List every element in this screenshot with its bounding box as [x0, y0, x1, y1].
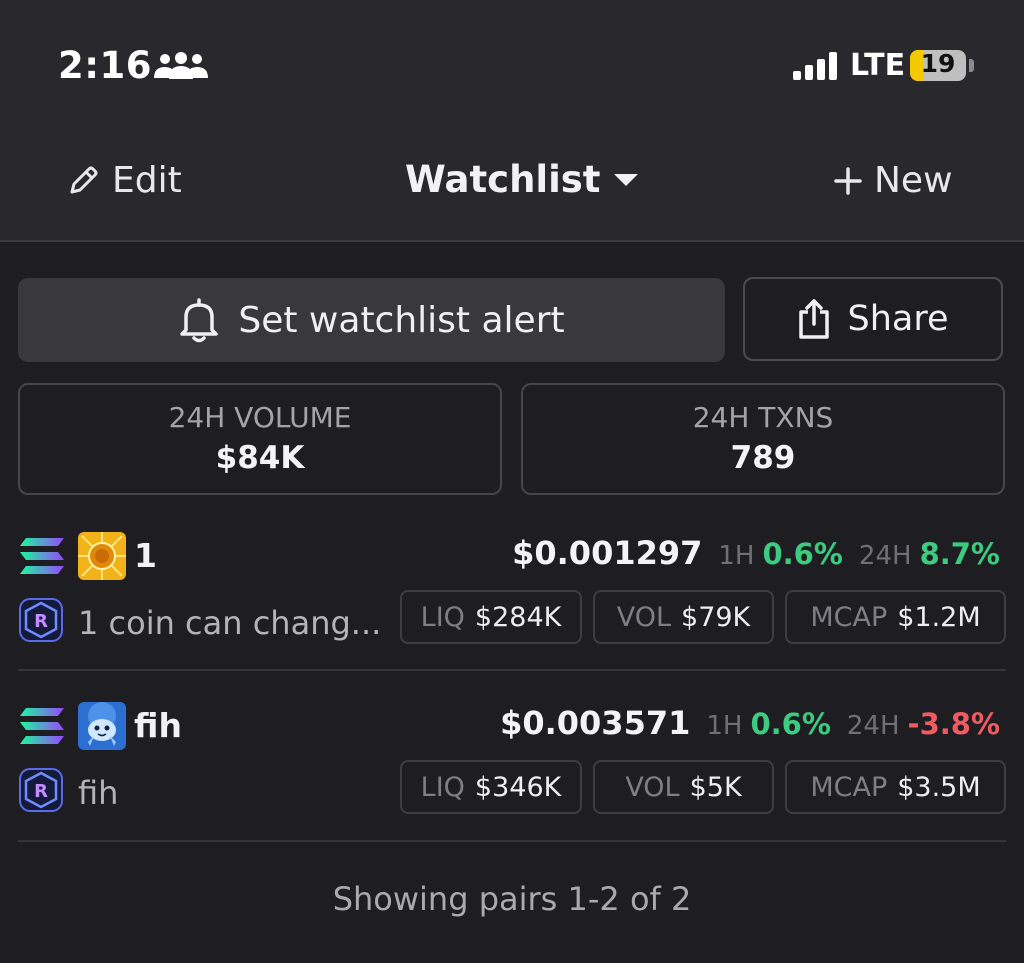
pair-symbol: 1	[134, 536, 157, 575]
svg-text:R: R	[34, 611, 48, 632]
status-bar: 2:16 LTE 19	[0, 0, 1024, 130]
blue-fish-icon	[78, 702, 126, 750]
change-24h-label: 24H	[858, 541, 912, 571]
pair-name: fih	[78, 774, 119, 812]
watchlist-title: Watchlist	[405, 158, 601, 201]
share-label: Share	[847, 299, 949, 339]
chip-value: $284K	[474, 601, 562, 633]
chip-label: LIQ	[420, 601, 465, 633]
change-1h-label: 1H	[706, 711, 743, 741]
watchlist-selector[interactable]: Watchlist	[405, 158, 639, 201]
chip-value: $1.2M	[897, 601, 981, 633]
stat-value: 789	[730, 440, 796, 476]
set-watchlist-alert-button[interactable]: Set watchlist alert	[18, 278, 725, 362]
signal-bars-icon	[793, 52, 837, 80]
gold-coin-icon	[78, 532, 126, 580]
chip-value: $79K	[681, 601, 751, 633]
change-24h-value: 8.7%	[919, 537, 1000, 571]
share-button[interactable]: Share	[743, 277, 1003, 361]
edit-label: Edit	[112, 160, 182, 201]
divider	[18, 669, 1006, 671]
new-watchlist-button[interactable]: New	[834, 160, 953, 201]
change-24h-label: 24H	[846, 711, 900, 741]
pair-price: $0.003571	[500, 704, 691, 742]
pair-symbol: fih	[134, 706, 182, 745]
stat-label: 24H TXNS	[692, 401, 834, 434]
price-line: $0.001297 1H 0.6% 24H 8.7%	[512, 534, 1000, 572]
raydium-icon: R	[19, 598, 63, 642]
pencil-icon	[70, 166, 98, 193]
chip-value: $346K	[474, 771, 562, 803]
pair-row[interactable]: 1 $0.001297 1H 0.6% 24H 8.7% R 1 coin ca…	[0, 520, 1024, 690]
pair-name: 1 coin can chang...	[78, 604, 382, 642]
chip-label: VOL	[625, 771, 680, 803]
stat-24h-volume: 24H VOLUME $84K	[18, 383, 502, 495]
chip-label: VOL	[616, 601, 672, 633]
battery-percent: 19	[920, 50, 956, 78]
plus-icon	[834, 166, 862, 195]
stat-value: $84K	[215, 440, 305, 476]
volume-chip: VOL $79K	[593, 590, 774, 644]
price-line: $0.003571 1H 0.6% 24H -3.8%	[500, 704, 1000, 742]
nav-bar: Edit Watchlist New	[0, 130, 1024, 242]
divider	[18, 840, 1006, 842]
alert-label: Set watchlist alert	[238, 299, 565, 341]
volume-chip: VOL $5K	[593, 760, 774, 814]
pair-price: $0.001297	[512, 534, 703, 572]
liquidity-chip: LIQ $284K	[400, 590, 582, 644]
status-time: 2:16	[58, 44, 153, 87]
solana-icon	[20, 538, 64, 574]
market-cap-chip: MCAP $3.5M	[785, 760, 1006, 814]
chip-label: MCAP	[810, 601, 888, 633]
share-icon	[799, 299, 830, 339]
svg-text:R: R	[34, 781, 48, 802]
chip-value: $3.5M	[897, 771, 981, 803]
battery-cap	[969, 59, 974, 72]
change-1h-value: 0.6%	[750, 707, 831, 741]
people-group-icon	[154, 52, 208, 79]
change-1h-value: 0.6%	[762, 537, 843, 571]
caret-down-icon	[613, 173, 638, 186]
liquidity-chip: LIQ $346K	[400, 760, 582, 814]
stat-24h-txns: 24H TXNS 789	[521, 383, 1005, 495]
change-24h-value: -3.8%	[907, 707, 1000, 741]
edit-button[interactable]: Edit	[66, 160, 182, 201]
solana-icon	[20, 708, 64, 744]
battery-icon: 19	[910, 50, 966, 81]
change-1h-label: 1H	[718, 541, 755, 571]
pagination-summary: Showing pairs 1-2 of 2	[332, 880, 692, 918]
chip-label: MCAP	[810, 771, 888, 803]
chip-label: LIQ	[420, 771, 465, 803]
chip-value: $5K	[689, 771, 742, 803]
raydium-icon: R	[19, 768, 63, 812]
new-label: New	[874, 160, 953, 201]
market-cap-chip: MCAP $1.2M	[785, 590, 1006, 644]
pair-row[interactable]: fih $0.003571 1H 0.6% 24H -3.8% R fih LI…	[0, 690, 1024, 860]
network-type: LTE	[850, 48, 906, 83]
stat-label: 24H VOLUME	[168, 401, 352, 434]
bell-icon	[180, 298, 219, 343]
